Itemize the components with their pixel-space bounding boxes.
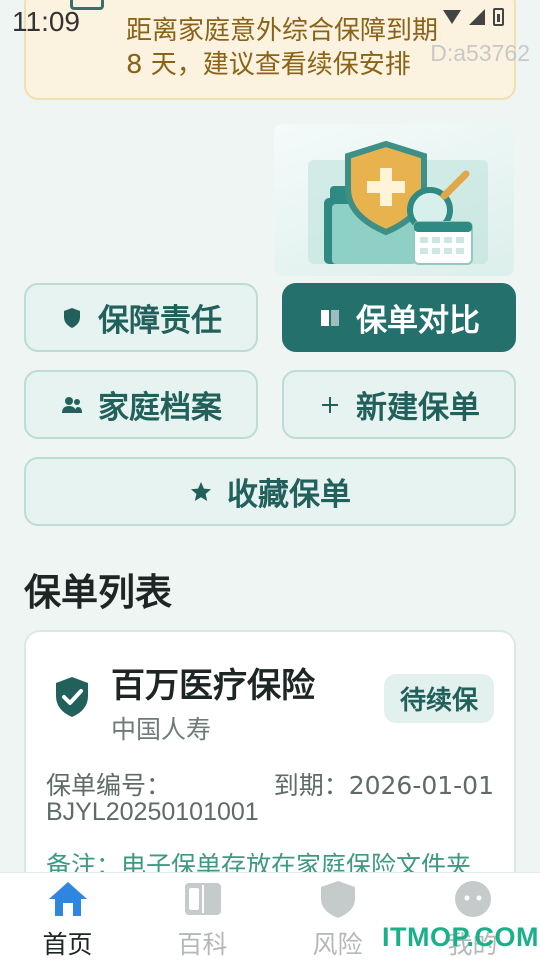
- policy-name: 百万医疗保险: [111, 666, 315, 706]
- plus-icon: [322, 396, 338, 413]
- device-watermark: D:a53762: [430, 40, 530, 66]
- family-archive-button-label: 家庭档案: [98, 390, 222, 426]
- status-icons: [443, 8, 504, 26]
- coverage-button-label: 保障责任: [98, 303, 222, 339]
- policy-list-title: 保单列表: [24, 571, 172, 614]
- policy-company: 中国人寿: [111, 715, 212, 744]
- status-badge: 待续保: [383, 674, 494, 723]
- star-icon: [191, 481, 211, 501]
- coverage-button[interactable]: 保障责任: [24, 283, 258, 352]
- policy-number: BJYL20250101001: [46, 798, 259, 826]
- home-icon: [49, 882, 87, 916]
- nav-wiki-label: 百科: [177, 930, 228, 959]
- nav-wiki[interactable]: 百科: [135, 873, 270, 960]
- nav-home-label: 首页: [42, 930, 93, 959]
- new-policy-button[interactable]: 新建保单: [282, 370, 516, 439]
- insurance-illustration: [274, 124, 514, 276]
- battery-icon: [493, 8, 504, 26]
- compare-button[interactable]: 保单对比: [282, 283, 516, 352]
- shield-icon: [64, 307, 80, 328]
- new-policy-button-label: 新建保单: [356, 390, 480, 426]
- risk-shield-icon: [321, 881, 355, 918]
- compare-button-label: 保单对比: [356, 303, 480, 339]
- favorites-button[interactable]: 收藏保单: [24, 457, 516, 526]
- status-time: 11:09: [12, 6, 80, 37]
- nav-home[interactable]: 首页: [0, 873, 135, 960]
- policy-due-date: 到期：2026-01-01: [273, 771, 494, 800]
- compare-icon: [321, 309, 339, 326]
- chat-bubble-icon: [455, 881, 491, 917]
- family-icon: [62, 396, 82, 413]
- site-watermark: ITMOP.COM: [382, 922, 540, 952]
- book-icon: [185, 883, 221, 915]
- shield-folder-illustration: [308, 140, 488, 265]
- shield-check-icon: [56, 677, 88, 717]
- family-archive-button[interactable]: 家庭档案: [24, 370, 258, 439]
- wifi-icon: [443, 10, 461, 24]
- policy-number-label: 保单编号：: [46, 771, 172, 800]
- signal-icon: [469, 9, 485, 25]
- favorites-button-label: 收藏保单: [227, 477, 351, 513]
